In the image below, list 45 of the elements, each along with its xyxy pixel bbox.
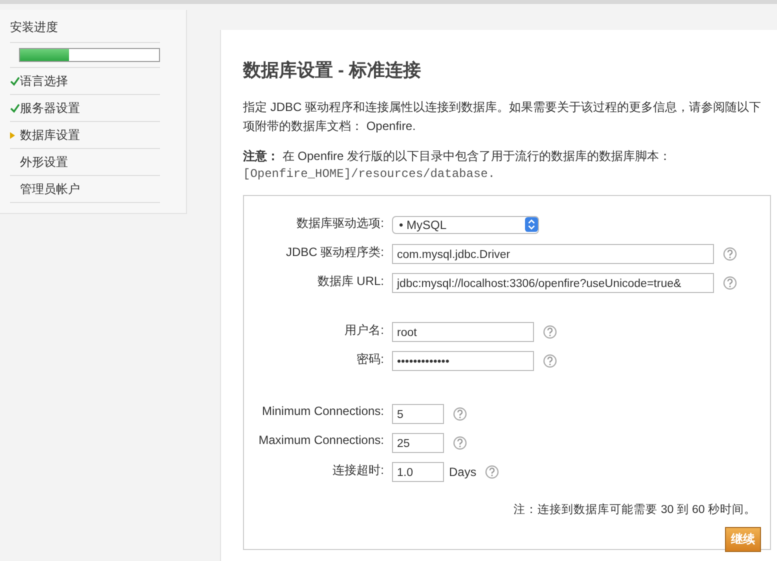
help-icon[interactable] bbox=[453, 406, 467, 420]
check-icon bbox=[10, 103, 20, 113]
password-field[interactable]: ••••••••••••• bbox=[392, 350, 534, 370]
step-label: 语言选择 bbox=[20, 72, 68, 90]
help-icon[interactable] bbox=[543, 354, 557, 368]
field-label: JDBC 驱动程序类: bbox=[284, 244, 385, 261]
input-field[interactable]: 25 bbox=[392, 432, 444, 452]
input-field[interactable]: com.mysql.jdbc.Driver bbox=[392, 244, 714, 264]
field-label: 数据库驱动选项: bbox=[296, 215, 385, 232]
footnote-text: 注：连接到数据库可能需要 30 到 60 秒时间。 bbox=[512, 502, 757, 517]
note-text: 在 Openfire 发行版的以下目录中包含了用于流行的数据库的数据库脚本： bbox=[282, 149, 672, 163]
sidebar-title: 安装进度 bbox=[10, 16, 160, 43]
step-label: 管理员帐户 bbox=[20, 180, 80, 198]
field-label: 密码: bbox=[356, 351, 385, 368]
field-label: 数据库 URL: bbox=[316, 273, 385, 290]
input-field[interactable]: 1.0 bbox=[392, 462, 444, 482]
field-label: Maximum Connections: bbox=[258, 432, 385, 447]
help-icon[interactable] bbox=[543, 324, 557, 338]
input-field[interactable]: jdbc:mysql://localhost:3306/openfire?useUnicode=true& bbox=[392, 272, 714, 292]
step-item[interactable]: 语言选择 bbox=[10, 68, 160, 95]
check-icon bbox=[10, 76, 20, 86]
arrow-icon bbox=[10, 130, 15, 140]
step-item[interactable]: 管理员帐户 bbox=[10, 176, 160, 203]
step-label: 数据库设置 bbox=[20, 126, 80, 144]
help-icon[interactable] bbox=[723, 246, 737, 260]
help-icon[interactable] bbox=[453, 436, 467, 450]
path-text: [Openfire_HOME]/resources/database. bbox=[243, 167, 496, 181]
field-label: 连接超时: bbox=[332, 462, 385, 479]
step-item[interactable]: 服务器设置 bbox=[10, 95, 160, 122]
step-label: 服务器设置 bbox=[20, 100, 80, 116]
driver-select[interactable]: • MySQL bbox=[392, 216, 539, 234]
help-icon[interactable] bbox=[485, 464, 500, 478]
help-icon[interactable] bbox=[723, 276, 737, 290]
field-label: 用户名: bbox=[344, 322, 385, 339]
input-field[interactable]: root bbox=[392, 322, 534, 342]
step-label: 外形设置 bbox=[20, 154, 68, 170]
field-label: Minimum Connections: bbox=[260, 403, 385, 418]
input-field[interactable]: 5 bbox=[392, 404, 444, 424]
step-item[interactable]: 外形设置 bbox=[10, 149, 160, 176]
note-label: 注意： bbox=[243, 149, 279, 163]
stepper-icon bbox=[525, 216, 538, 233]
unit-label: Days bbox=[449, 464, 476, 478]
page-title: 数据库设置 - 标准连接 bbox=[243, 59, 422, 82]
step-item[interactable]: 数据库设置 bbox=[10, 122, 160, 149]
intro-text: 指定 JDBC 驱动程序和连接属性以连接到数据库。如果需要关于该过程的更多信息，请参阅随以下项附带的数据库文档： Openfire. bbox=[243, 99, 762, 135]
